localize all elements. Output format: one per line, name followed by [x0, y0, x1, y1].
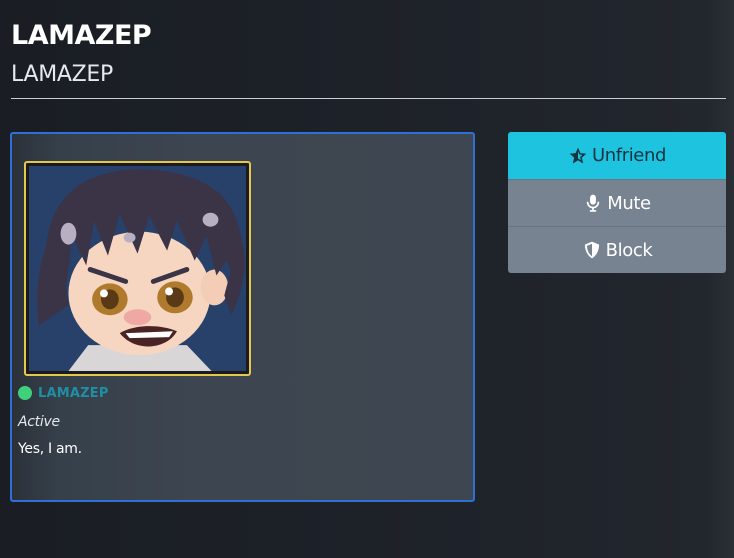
action-button-group: Unfriend Mute Block [508, 132, 726, 273]
mute-button[interactable]: Mute [508, 179, 726, 226]
page-title: LAMAZEP [11, 20, 152, 51]
avatar [29, 166, 246, 371]
profile-page: LAMAZEP LAMAZEP LAMAZEP Active Yes, I am… [0, 0, 734, 558]
block-button[interactable]: Block [508, 226, 726, 273]
mute-label: Mute [607, 192, 651, 214]
username-link[interactable]: LAMAZEP [38, 386, 109, 401]
user-status-row: LAMAZEP [18, 385, 109, 401]
activity-status: Active [18, 414, 60, 430]
unfriend-label: Unfriend [591, 145, 667, 166]
profile-bio: Yes, I am. [18, 441, 82, 457]
online-status-dot [18, 386, 32, 400]
shield-icon [584, 241, 599, 259]
page-header: LAMAZEP LAMAZEP [11, 18, 726, 90]
profile-card: LAMAZEP Active Yes, I am. [10, 132, 475, 502]
avatar-frame[interactable] [24, 161, 251, 376]
unfriend-button[interactable]: Unfriend [508, 132, 726, 179]
microphone-icon [587, 194, 600, 212]
block-label: Block [605, 239, 653, 261]
page-subtitle: LAMAZEP [11, 62, 113, 87]
header-divider [11, 98, 726, 99]
star-icon [569, 147, 587, 163]
